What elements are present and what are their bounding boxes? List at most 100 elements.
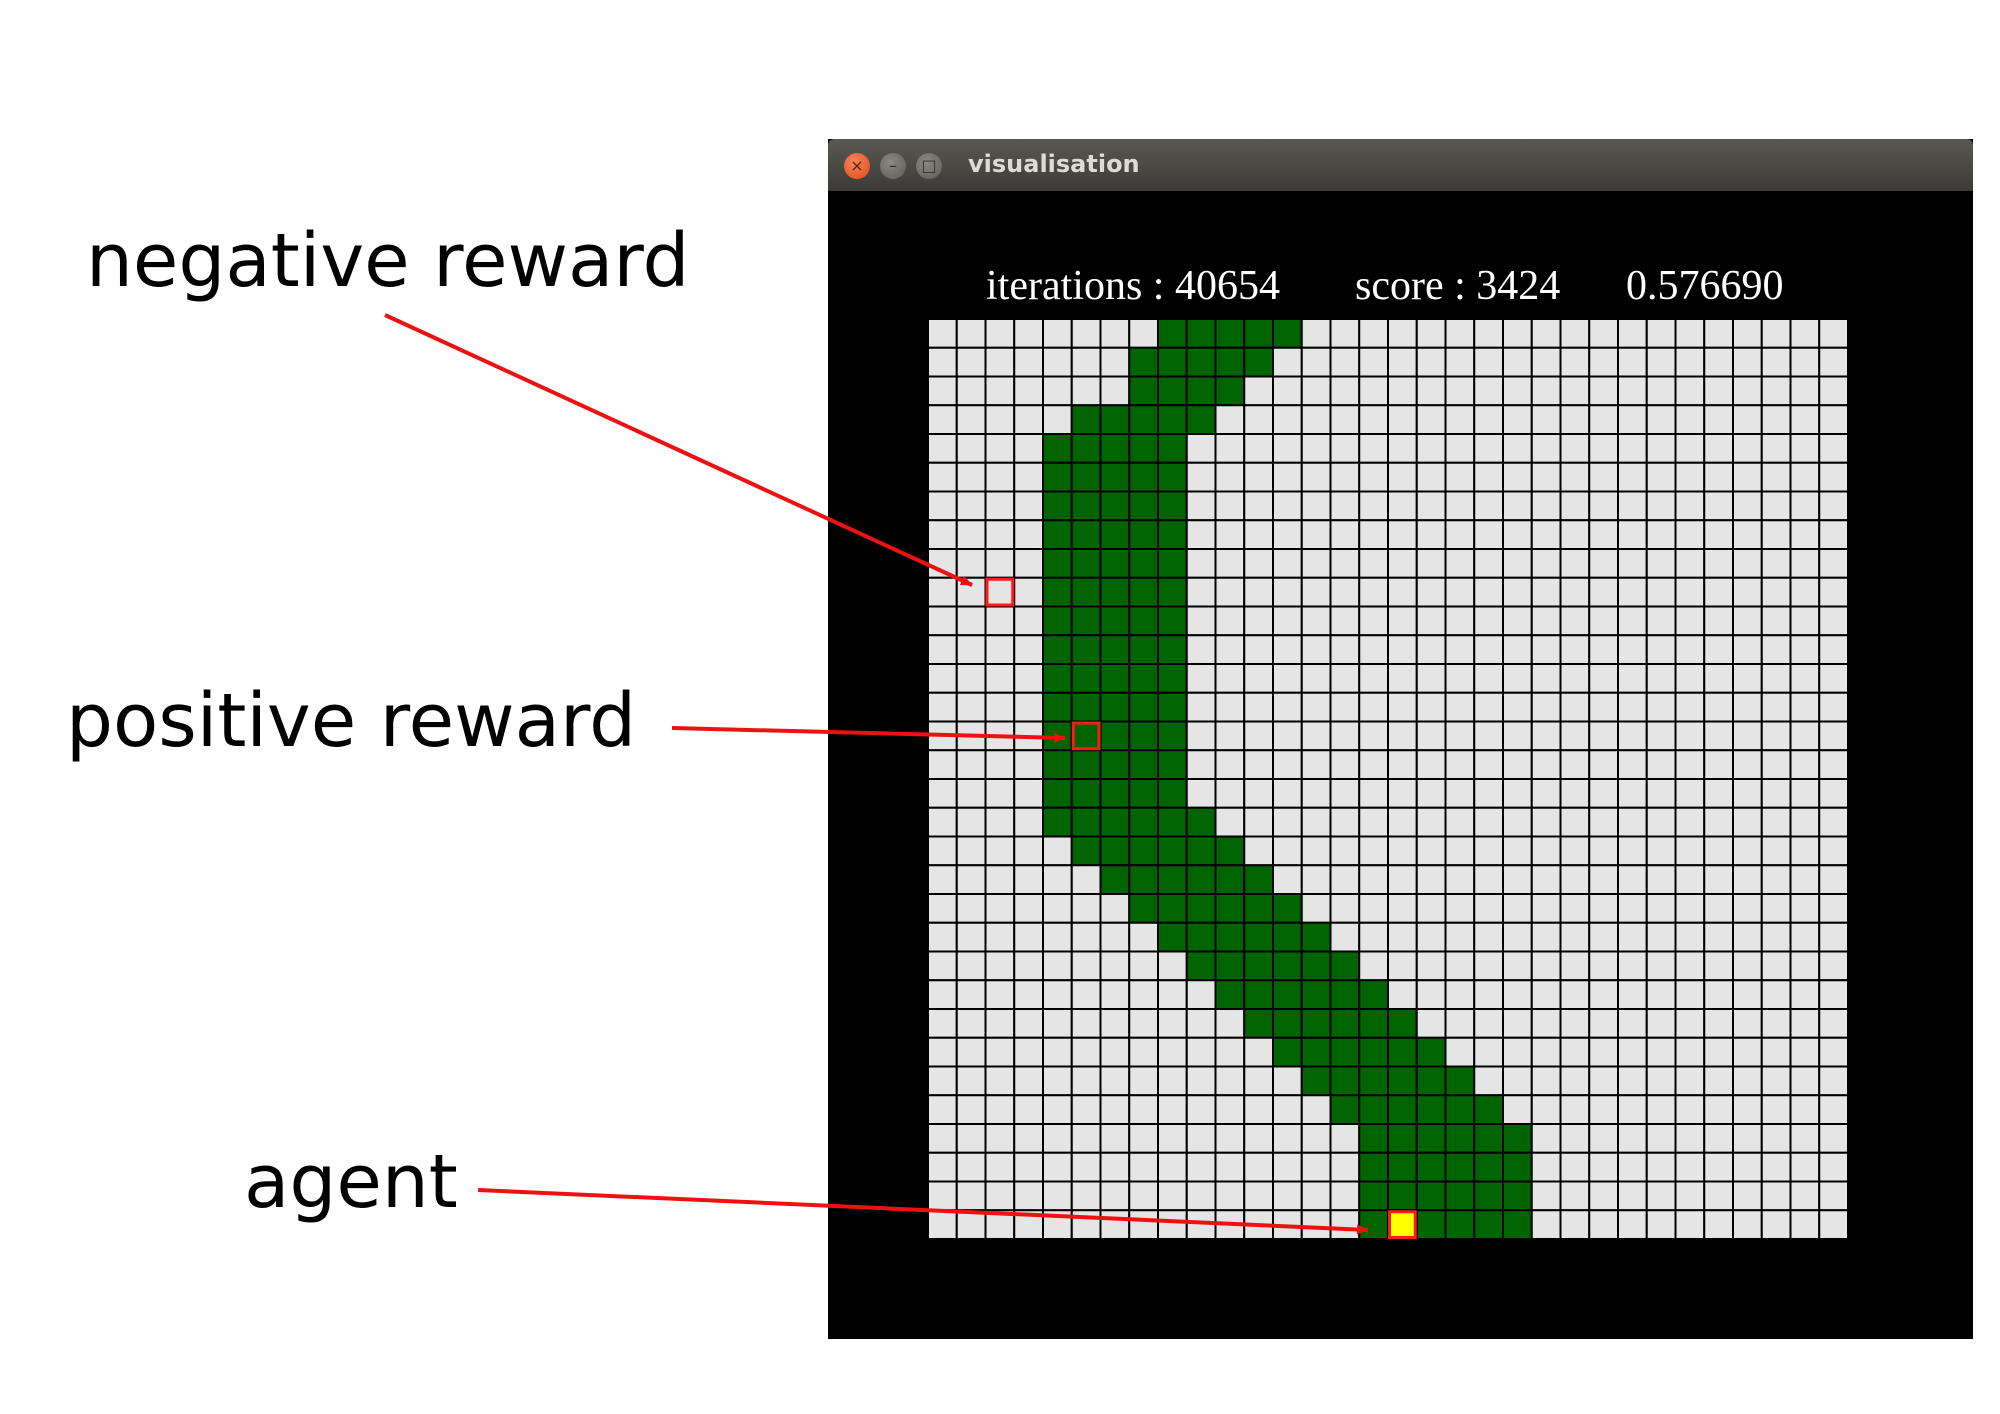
grid-cell	[928, 691, 958, 723]
grid-cell-path	[1099, 519, 1131, 550]
grid-cell	[1329, 893, 1361, 924]
grid-cell	[1760, 1123, 1792, 1154]
grid-cell-path	[1387, 1151, 1418, 1183]
grid-cell	[1329, 691, 1361, 723]
grid-cell	[1070, 1094, 1102, 1125]
grid-cell	[1502, 806, 1533, 838]
grid-cell	[1703, 404, 1734, 435]
grid-cell	[928, 893, 958, 924]
grid-cell	[1703, 720, 1734, 752]
grid-cell	[1300, 634, 1332, 665]
grid-cell	[1530, 346, 1562, 378]
grid-cell-path	[1157, 319, 1188, 349]
grid-cell	[1473, 576, 1504, 608]
grid-cell-path	[1070, 691, 1102, 723]
grid-cell	[955, 1123, 987, 1154]
grid-cell	[1415, 375, 1447, 407]
minimize-icon[interactable]: –	[880, 153, 906, 179]
grid-cell	[928, 576, 958, 608]
grid-cell	[1272, 461, 1303, 493]
grid-cell	[955, 346, 987, 378]
grid-cell	[1329, 1123, 1361, 1154]
grid-cell	[1300, 720, 1332, 752]
grid-cell	[1674, 346, 1706, 378]
grid-cell	[955, 404, 987, 435]
grid-cell	[1099, 893, 1131, 924]
grid-cell	[1329, 835, 1361, 867]
grid-cell	[1818, 1123, 1848, 1154]
grid-cell	[1415, 663, 1447, 694]
grid-cell	[1530, 1065, 1562, 1097]
grid-cell	[1013, 720, 1044, 752]
grid-cell-path	[1502, 1151, 1533, 1183]
grid-cell	[1645, 864, 1677, 895]
grid-cell-path	[1128, 576, 1159, 608]
grid-cell	[1588, 375, 1619, 407]
grid-cell	[1300, 433, 1332, 464]
grid-cell	[1157, 950, 1188, 982]
grid-cell	[984, 950, 1016, 982]
grid-cell-path	[1502, 1180, 1533, 1212]
grid-cell	[1818, 375, 1848, 407]
grid-cell	[1243, 634, 1274, 665]
grid-cell	[1703, 1008, 1734, 1039]
grid-cell	[955, 806, 987, 838]
grid-cell	[984, 1180, 1016, 1212]
grid-cell	[1732, 404, 1763, 435]
close-icon[interactable]: ×	[844, 153, 870, 179]
grid-cell	[1300, 519, 1332, 550]
grid-cell	[1128, 1094, 1159, 1125]
grid-cell	[1444, 749, 1476, 780]
grid-cell	[1415, 346, 1447, 378]
grid-cell	[1502, 490, 1533, 522]
grid-cell	[1329, 576, 1361, 608]
grid-cell	[1329, 749, 1361, 780]
grid-cell	[1243, 778, 1274, 809]
grid-cell	[928, 1094, 958, 1125]
grid-cell	[1013, 346, 1044, 378]
grid-cell	[1617, 778, 1648, 809]
grid-cell	[1789, 1065, 1821, 1097]
grid-cell	[1013, 691, 1044, 723]
grid-cell	[1760, 319, 1792, 349]
maximize-icon[interactable]: □	[916, 153, 942, 179]
grid-cell	[1070, 319, 1102, 349]
grid-cell-path	[1329, 1065, 1361, 1097]
grid-cell	[1070, 1209, 1102, 1239]
grid-cell	[928, 490, 958, 522]
grid-cell	[1387, 835, 1418, 867]
grid-cell	[1789, 979, 1821, 1010]
grid-cell	[1415, 806, 1447, 838]
grid-cell	[1818, 1180, 1848, 1212]
grid-cell	[1703, 548, 1734, 579]
grid-cell	[1157, 1065, 1188, 1097]
grid-cell	[1703, 433, 1734, 464]
grid-cell	[1760, 1008, 1792, 1039]
grid-cell	[1588, 576, 1619, 608]
grid-cell	[1473, 634, 1504, 665]
grid-cell-path	[1128, 691, 1159, 723]
grid-cell	[1703, 1036, 1734, 1068]
grid-cell	[1502, 778, 1533, 809]
grid-cell	[1272, 749, 1303, 780]
grid-cell	[1588, 749, 1619, 780]
grid-cell	[1559, 691, 1591, 723]
grid-cell	[1329, 1151, 1361, 1183]
grid-cell	[1444, 806, 1476, 838]
grid-cell-path	[1185, 319, 1217, 349]
window-titlebar[interactable]: × – □ visualisation	[828, 139, 1973, 191]
grid-cell	[1760, 663, 1792, 694]
grid-cell	[1674, 749, 1706, 780]
grid-cell-path	[1415, 1180, 1447, 1212]
grid-cell	[1444, 375, 1476, 407]
grid-cell	[1530, 634, 1562, 665]
grid-cell	[1530, 1123, 1562, 1154]
grid-cell	[1502, 720, 1533, 752]
grid-cell	[1013, 433, 1044, 464]
grid-cell	[1760, 1065, 1792, 1097]
grid-cell	[1415, 1008, 1447, 1039]
grid-cell	[1588, 634, 1619, 665]
grid-cell	[1502, 979, 1533, 1010]
grid-cell	[1732, 663, 1763, 694]
grid-cell	[1789, 346, 1821, 378]
